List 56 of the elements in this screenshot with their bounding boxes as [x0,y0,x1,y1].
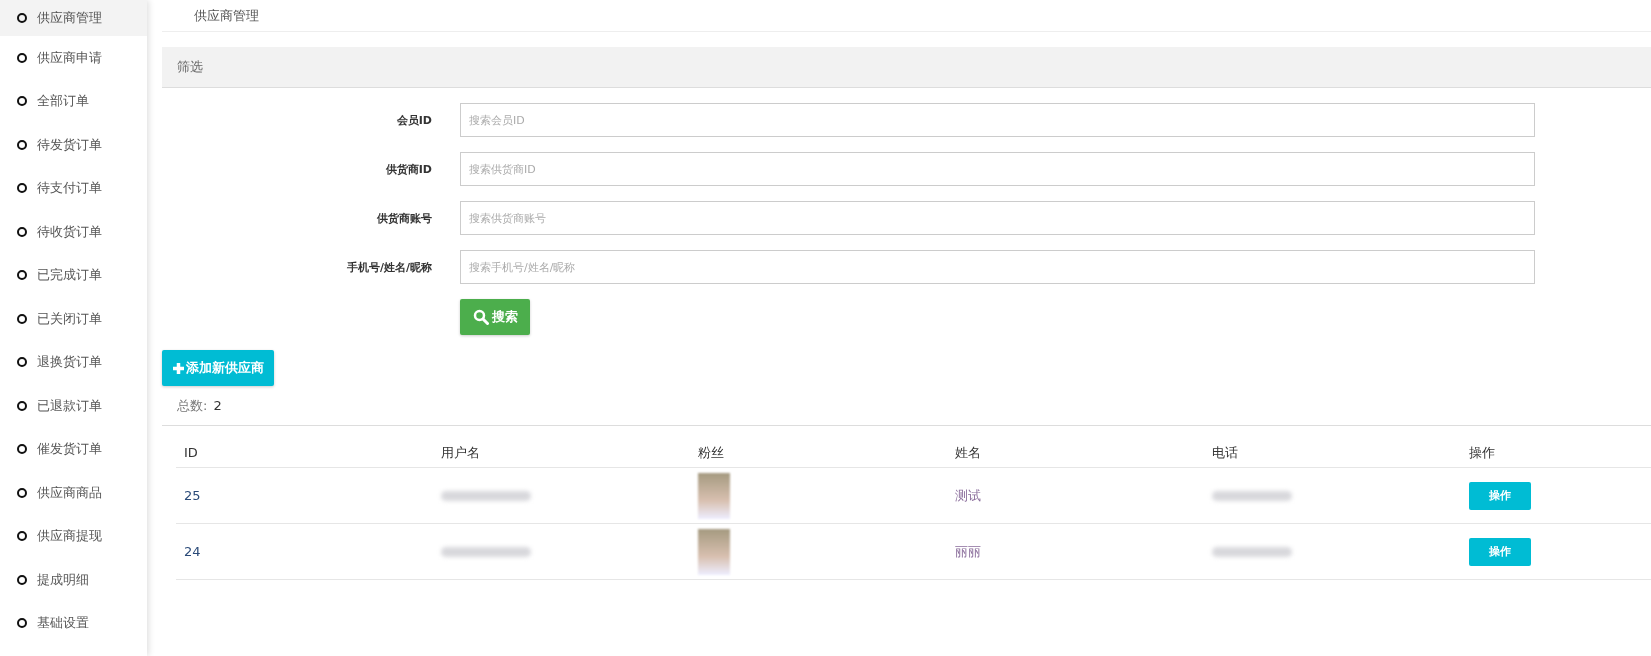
circle-icon [17,574,27,585]
sidebar-item[interactable]: 供应商商品 [0,471,147,515]
column-header: 电话 [1212,443,1239,462]
circle-icon [17,400,27,411]
sidebar-item[interactable]: 待支付订单 [0,166,147,210]
circle-icon [17,96,27,107]
photo-placeholder [698,528,730,575]
column-header: 用户名 [441,443,481,462]
search-field[interactable]: 搜索会员ID [460,103,1535,137]
circle-icon [17,13,27,23]
table-cell-text: 24 [184,544,202,559]
field-label: 供货商ID [384,161,432,177]
column-header: 姓名 [955,443,982,462]
table-cell-text: 测试 [955,486,982,505]
circle-icon [17,531,27,542]
circle-icon [17,52,27,63]
column-header: ID [184,445,199,460]
sidebar-item[interactable]: 供应商管理 [0,0,147,36]
search-icon [472,309,489,325]
sidebar-item[interactable]: 催发货订单 [0,427,147,471]
sidebar-item[interactable]: 退换货订单 [0,340,147,384]
circle-icon [17,183,27,194]
search-field[interactable]: 搜索手机号/姓名/昵称 [460,250,1535,284]
field-label: 手机号/姓名/昵称 [345,259,432,275]
filter-title: 筛选 [177,58,203,76]
circle-icon [17,444,27,455]
sidebar-item[interactable]: 供应商提现 [0,514,147,558]
search-field[interactable]: 搜索供货商ID [460,152,1535,186]
sidebar-item[interactable]: 已关闭订单 [0,297,147,341]
field-label: 会员ID [395,112,432,128]
circle-icon [17,487,27,498]
plus-icon [172,361,185,375]
total-label: 总数: [177,396,208,415]
sidebar-item[interactable]: 供应商申请 [0,36,147,80]
field-label: 供货商账号 [376,210,432,226]
sidebar-item[interactable]: 基础设置 [0,601,147,645]
circle-icon [17,270,27,281]
table-cell-text: 丽丽 [955,542,982,561]
circle-icon [17,357,27,368]
sidebar-item[interactable]: 待收货订单 [0,210,147,254]
page-title: 供应商管理 [194,6,259,25]
sidebar-item[interactable]: 全部订单 [0,79,147,123]
sidebar-item[interactable]: 待发货订单 [0,123,147,167]
column-header: 粉丝 [698,443,725,462]
column-header: 操作 [1469,443,1496,462]
circle-icon [17,618,27,629]
sidebar-item[interactable]: 提成明细 [0,558,147,602]
search-field[interactable]: 搜索供货商账号 [460,201,1535,235]
total-count: 2 [213,398,222,413]
sidebar-item[interactable]: 已退款订单 [0,384,147,428]
sidebar-item[interactable]: 已完成订单 [0,253,147,297]
circle-icon [17,313,27,324]
table-cell-text: 25 [184,488,202,503]
circle-icon [17,226,27,237]
photo-placeholder [698,472,730,519]
circle-icon [17,139,27,150]
